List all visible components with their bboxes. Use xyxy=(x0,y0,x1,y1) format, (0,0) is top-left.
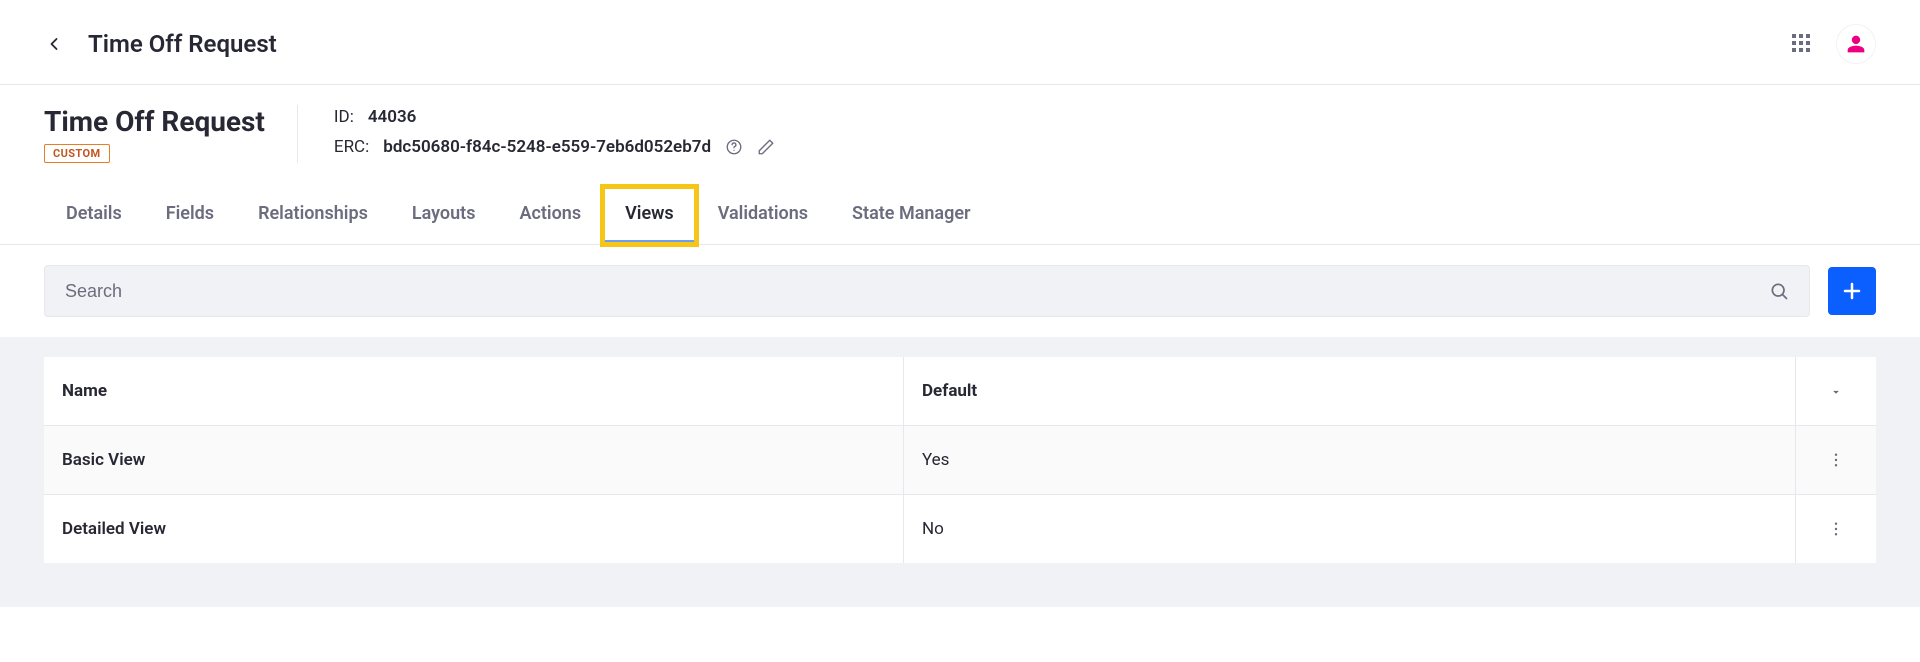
kebab-menu-icon[interactable] xyxy=(1827,520,1845,538)
search-icon xyxy=(1769,281,1789,301)
row-actions xyxy=(1796,427,1876,493)
back-icon[interactable] xyxy=(44,34,64,54)
topbar-right xyxy=(1792,24,1876,64)
object-id-value: 44036 xyxy=(368,107,417,127)
tab-label: Layouts xyxy=(412,203,476,224)
tab-label: Details xyxy=(66,203,122,224)
column-header-default-label: Default xyxy=(922,381,977,401)
search-input[interactable] xyxy=(65,281,1769,302)
tab-validations[interactable]: Validations xyxy=(696,187,830,244)
object-erc-label: ERC: xyxy=(334,137,369,157)
tab-label: Validations xyxy=(718,203,808,224)
row-name: Basic View xyxy=(44,426,904,494)
help-icon[interactable] xyxy=(725,138,743,156)
table-header-row: Name Default xyxy=(44,357,1876,425)
row-default: No xyxy=(904,495,1796,563)
tab-details[interactable]: Details xyxy=(44,187,144,244)
topbar: Time Off Request xyxy=(0,0,1920,85)
column-header-name[interactable]: Name xyxy=(44,357,904,425)
tab-label: Relationships xyxy=(258,203,368,224)
tabs: Details Fields Relationships Layouts Actions… xyxy=(44,187,1876,244)
search-row xyxy=(0,245,1920,337)
edit-icon[interactable] xyxy=(757,138,775,156)
tab-label: Actions xyxy=(519,203,581,224)
tab-state-manager[interactable]: State Manager xyxy=(830,187,992,244)
table-row[interactable]: Detailed View No xyxy=(44,495,1876,563)
column-header-default[interactable]: Default xyxy=(904,357,1796,425)
table-area: Name Default Basic View Yes Detailed View N… xyxy=(0,337,1920,607)
object-id-label: ID: xyxy=(334,107,354,127)
object-name: Time Off Request xyxy=(44,105,265,138)
object-header: Time Off Request CUSTOM ID: 44036 ERC: b… xyxy=(0,85,1920,163)
tab-label: Views xyxy=(625,203,674,224)
apps-grid-icon[interactable] xyxy=(1792,34,1812,54)
page-title: Time Off Request xyxy=(88,30,277,58)
tab-relationships[interactable]: Relationships xyxy=(236,187,390,244)
add-button[interactable] xyxy=(1828,267,1876,315)
avatar[interactable] xyxy=(1836,24,1876,64)
kebab-menu-icon[interactable] xyxy=(1827,451,1845,469)
object-meta-column: ID: 44036 ERC: bdc50680-f84c-5248-e559-7… xyxy=(334,105,775,157)
row-default-value: No xyxy=(922,519,944,539)
object-erc-row: ERC: bdc50680-f84c-5248-e559-7eb6d052eb7… xyxy=(334,137,775,157)
chevron-down-icon xyxy=(1829,384,1843,398)
tab-views[interactable]: Views xyxy=(603,187,696,244)
views-table: Name Default Basic View Yes Detailed View N… xyxy=(44,357,1876,563)
search-box[interactable] xyxy=(44,265,1810,317)
row-actions xyxy=(1796,496,1876,562)
custom-badge: CUSTOM xyxy=(44,144,110,163)
object-id-row: ID: 44036 xyxy=(334,107,775,127)
column-header-actions[interactable] xyxy=(1796,360,1876,422)
row-default: Yes xyxy=(904,426,1796,494)
object-erc-value: bdc50680-f84c-5248-e559-7eb6d052eb7d xyxy=(383,137,711,157)
tabs-container: Details Fields Relationships Layouts Actions… xyxy=(0,187,1920,245)
tab-fields[interactable]: Fields xyxy=(144,187,236,244)
row-default-value: Yes xyxy=(922,450,949,470)
table-row[interactable]: Basic View Yes xyxy=(44,426,1876,494)
object-title-column: Time Off Request CUSTOM xyxy=(44,105,298,163)
tab-label: Fields xyxy=(166,203,214,224)
tab-layouts[interactable]: Layouts xyxy=(390,187,498,244)
row-name: Detailed View xyxy=(44,495,904,563)
topbar-left: Time Off Request xyxy=(44,30,277,58)
tab-label: State Manager xyxy=(852,203,970,224)
tab-actions[interactable]: Actions xyxy=(497,187,603,244)
